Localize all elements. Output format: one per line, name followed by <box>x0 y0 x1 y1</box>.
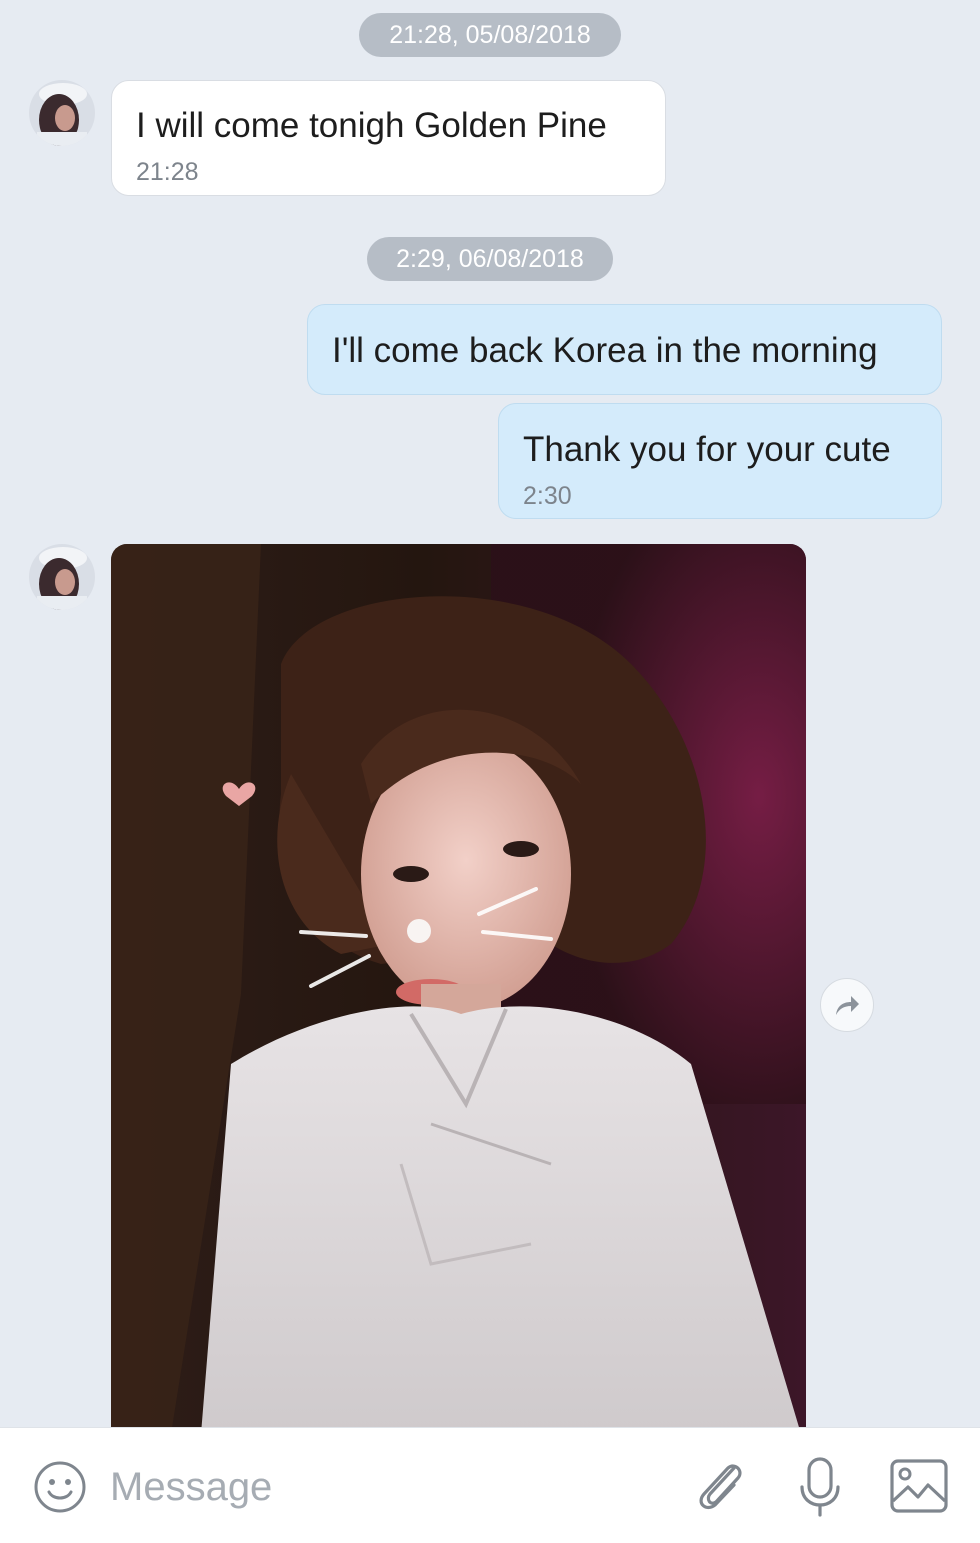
message-time: 2:30 <box>523 482 572 510</box>
date-separator: 2:29, 06/08/2018 <box>367 237 613 281</box>
message-text: Thank you for your cute <box>523 430 891 469</box>
image-icon <box>890 1459 948 1513</box>
share-button[interactable] <box>820 978 874 1032</box>
microphone-icon <box>800 1457 840 1517</box>
date-separator: 21:28, 05/08/2018 <box>359 13 621 57</box>
date-separator-label: 21:28, 05/08/2018 <box>389 20 591 49</box>
outgoing-message[interactable]: Thank you for your cute 2:30 <box>498 403 942 519</box>
contact-avatar[interactable] <box>29 80 95 146</box>
message-input[interactable] <box>110 1461 650 1513</box>
attach-icon <box>699 1464 742 1510</box>
share-arrow-icon <box>836 996 859 1015</box>
gallery-button[interactable] <box>888 1457 950 1520</box>
emoji-button[interactable] <box>32 1459 88 1520</box>
message-time: 21:28 <box>136 158 199 186</box>
contact-avatar[interactable] <box>29 544 95 610</box>
photo-message[interactable] <box>111 544 806 1434</box>
selfie-photo <box>111 544 806 1434</box>
outgoing-message[interactable]: I'll come back Korea in the morning <box>307 304 942 395</box>
message-text: I will come tonigh Golden Pine <box>136 106 607 145</box>
attach-button[interactable] <box>690 1454 750 1519</box>
emoji-icon <box>34 1461 86 1513</box>
incoming-message[interactable]: I will come tonigh Golden Pine 21:28 <box>111 80 666 196</box>
message-text: I'll come back Korea in the morning <box>332 331 878 370</box>
date-separator-label: 2:29, 06/08/2018 <box>396 244 584 273</box>
microphone-button[interactable] <box>795 1455 845 1524</box>
